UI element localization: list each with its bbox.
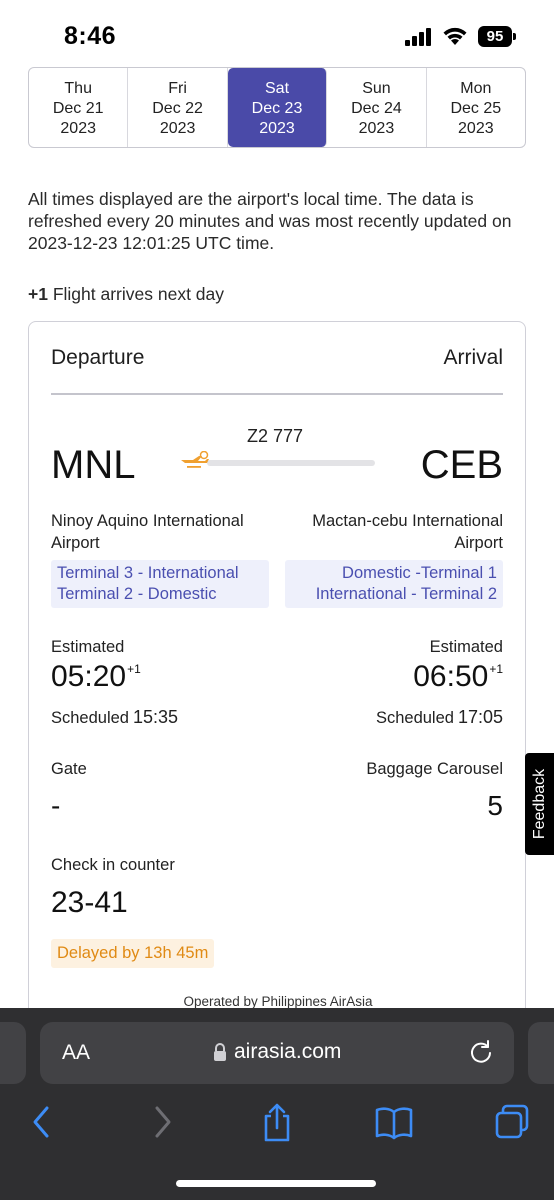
date-tab-year: 2023 (259, 120, 295, 137)
gate-value: - (51, 790, 61, 821)
date-tab-date: Dec 23 (251, 100, 303, 117)
flight-card: Departure Arrival Z2 777 MNL CEB Ninoy A… (28, 321, 526, 1041)
arrival-code: CEB (420, 443, 503, 487)
feedback-button[interactable]: Feedback (525, 753, 554, 855)
bookmarks-icon[interactable] (374, 1102, 414, 1142)
next-day-note: +1 Flight arrives next day (28, 284, 224, 305)
arrival-scheduled: Scheduled 17:05 (376, 707, 503, 728)
share-icon[interactable] (260, 1102, 294, 1142)
date-tabs: Thu Dec 21 2023 Fri Dec 22 2023 Sat Dec … (28, 67, 526, 148)
lock-icon (214, 1043, 226, 1061)
reload-icon[interactable] (468, 1039, 494, 1065)
gate-label: Gate (51, 760, 87, 778)
date-tab-date: Dec 21 (52, 100, 104, 117)
terminal-line: Terminal 3 - International (57, 564, 239, 582)
date-tab-year: 2023 (60, 120, 96, 137)
date-tab-day: Thu (64, 80, 92, 97)
date-tab-year: 2023 (458, 120, 494, 137)
scheduled-time: 17:05 (457, 707, 503, 727)
time-value: 05:20 (51, 660, 127, 693)
arrival-terminals: Domestic -Terminal 1 International - Ter… (285, 560, 503, 608)
departure-estimated-label: Estimated (51, 638, 125, 656)
checkin-counter-label: Check in counter (51, 856, 175, 874)
tabs-icon[interactable] (494, 1102, 530, 1142)
arrival-estimated-label: Estimated (429, 638, 503, 656)
next-tab-preview[interactable] (528, 1022, 554, 1084)
status-bar: 8:46 95 (0, 0, 554, 68)
url-text[interactable]: airasia.com (234, 1040, 341, 1064)
card-header: Departure Arrival (51, 346, 503, 370)
departure-code: MNL (51, 443, 136, 487)
browser-chrome: AA airasia.com (0, 1008, 554, 1200)
plane-takeoff-icon (181, 451, 209, 468)
flight-progress-bar (207, 460, 375, 466)
departure-heading: Departure (51, 346, 145, 369)
checkin-counter-value: 23-41 (51, 886, 128, 919)
terminal-line: Domestic -Terminal 1 (342, 564, 497, 582)
date-tab-sun[interactable]: Sun Dec 24 2023 (327, 68, 427, 147)
date-tab-year: 2023 (159, 120, 196, 137)
date-tab-day: Sat (265, 80, 290, 97)
day-offset: +1 (489, 662, 503, 676)
scheduled-label: Scheduled (375, 709, 454, 727)
next-day-marker: +1 (28, 284, 48, 304)
flight-number: Z2 777 (247, 426, 304, 446)
terminal-line: International - Terminal 2 (315, 585, 497, 603)
date-tab-sat[interactable]: Sat Dec 23 2023 (227, 68, 328, 147)
battery-tip (513, 33, 516, 40)
text-size-button[interactable]: AA (62, 1041, 90, 1065)
timezone-info-text: All times displayed are the airport's lo… (28, 189, 512, 253)
date-tab-day: Sun (362, 80, 391, 97)
date-tab-fri[interactable]: Fri Dec 22 2023 (128, 68, 228, 147)
baggage-carousel-label: Baggage Carousel (366, 760, 503, 778)
address-bar[interactable]: AA airasia.com (40, 1022, 514, 1084)
date-tab-thu[interactable]: Thu Dec 21 2023 (29, 68, 129, 147)
departure-scheduled: Scheduled 15:35 (51, 707, 178, 728)
date-tab-day: Fri (168, 80, 187, 97)
arrival-heading: Arrival (443, 346, 503, 369)
date-tab-date: Dec 22 (152, 100, 203, 117)
previous-tab-preview[interactable] (0, 1022, 26, 1084)
forward-icon[interactable] (150, 1102, 174, 1142)
departure-estimated-time: 05:20+1 (51, 660, 141, 694)
wifi-icon (443, 27, 467, 45)
home-indicator (176, 1180, 376, 1187)
terminal-line: Terminal 2 - Domestic (57, 585, 217, 603)
next-day-text: Flight arrives next day (52, 284, 225, 304)
cellular-signal-icon (405, 28, 433, 46)
date-tab-date: Dec 24 (351, 100, 402, 117)
day-offset: +1 (127, 662, 141, 676)
departure-terminals: Terminal 3 - International Terminal 2 - … (51, 560, 269, 608)
arrival-airport-name: Mactan-cebu International Airport (312, 512, 503, 552)
operated-by-text: Operated by Philippines AirAsia (183, 994, 373, 1009)
delay-status-badge: Delayed by 13h 45m (51, 939, 215, 968)
date-tab-mon[interactable]: Mon Dec 25 2023 (427, 68, 525, 147)
departure-airport-name: Ninoy Aquino International Airport (51, 512, 244, 552)
feedback-label: Feedback (530, 768, 548, 840)
arrival-estimated-time: 06:50+1 (413, 660, 503, 694)
battery-indicator: 95 (478, 26, 512, 47)
date-tab-day: Mon (460, 80, 492, 97)
date-tab-year: 2023 (358, 120, 395, 137)
back-icon[interactable] (30, 1102, 54, 1142)
scheduled-time: 15:35 (132, 707, 179, 727)
divider (51, 393, 503, 395)
baggage-carousel-value: 5 (487, 790, 503, 821)
status-time: 8:46 (64, 22, 117, 50)
time-value: 06:50 (413, 660, 489, 693)
date-tab-date: Dec 25 (450, 100, 502, 117)
scheduled-label: Scheduled (51, 709, 129, 727)
